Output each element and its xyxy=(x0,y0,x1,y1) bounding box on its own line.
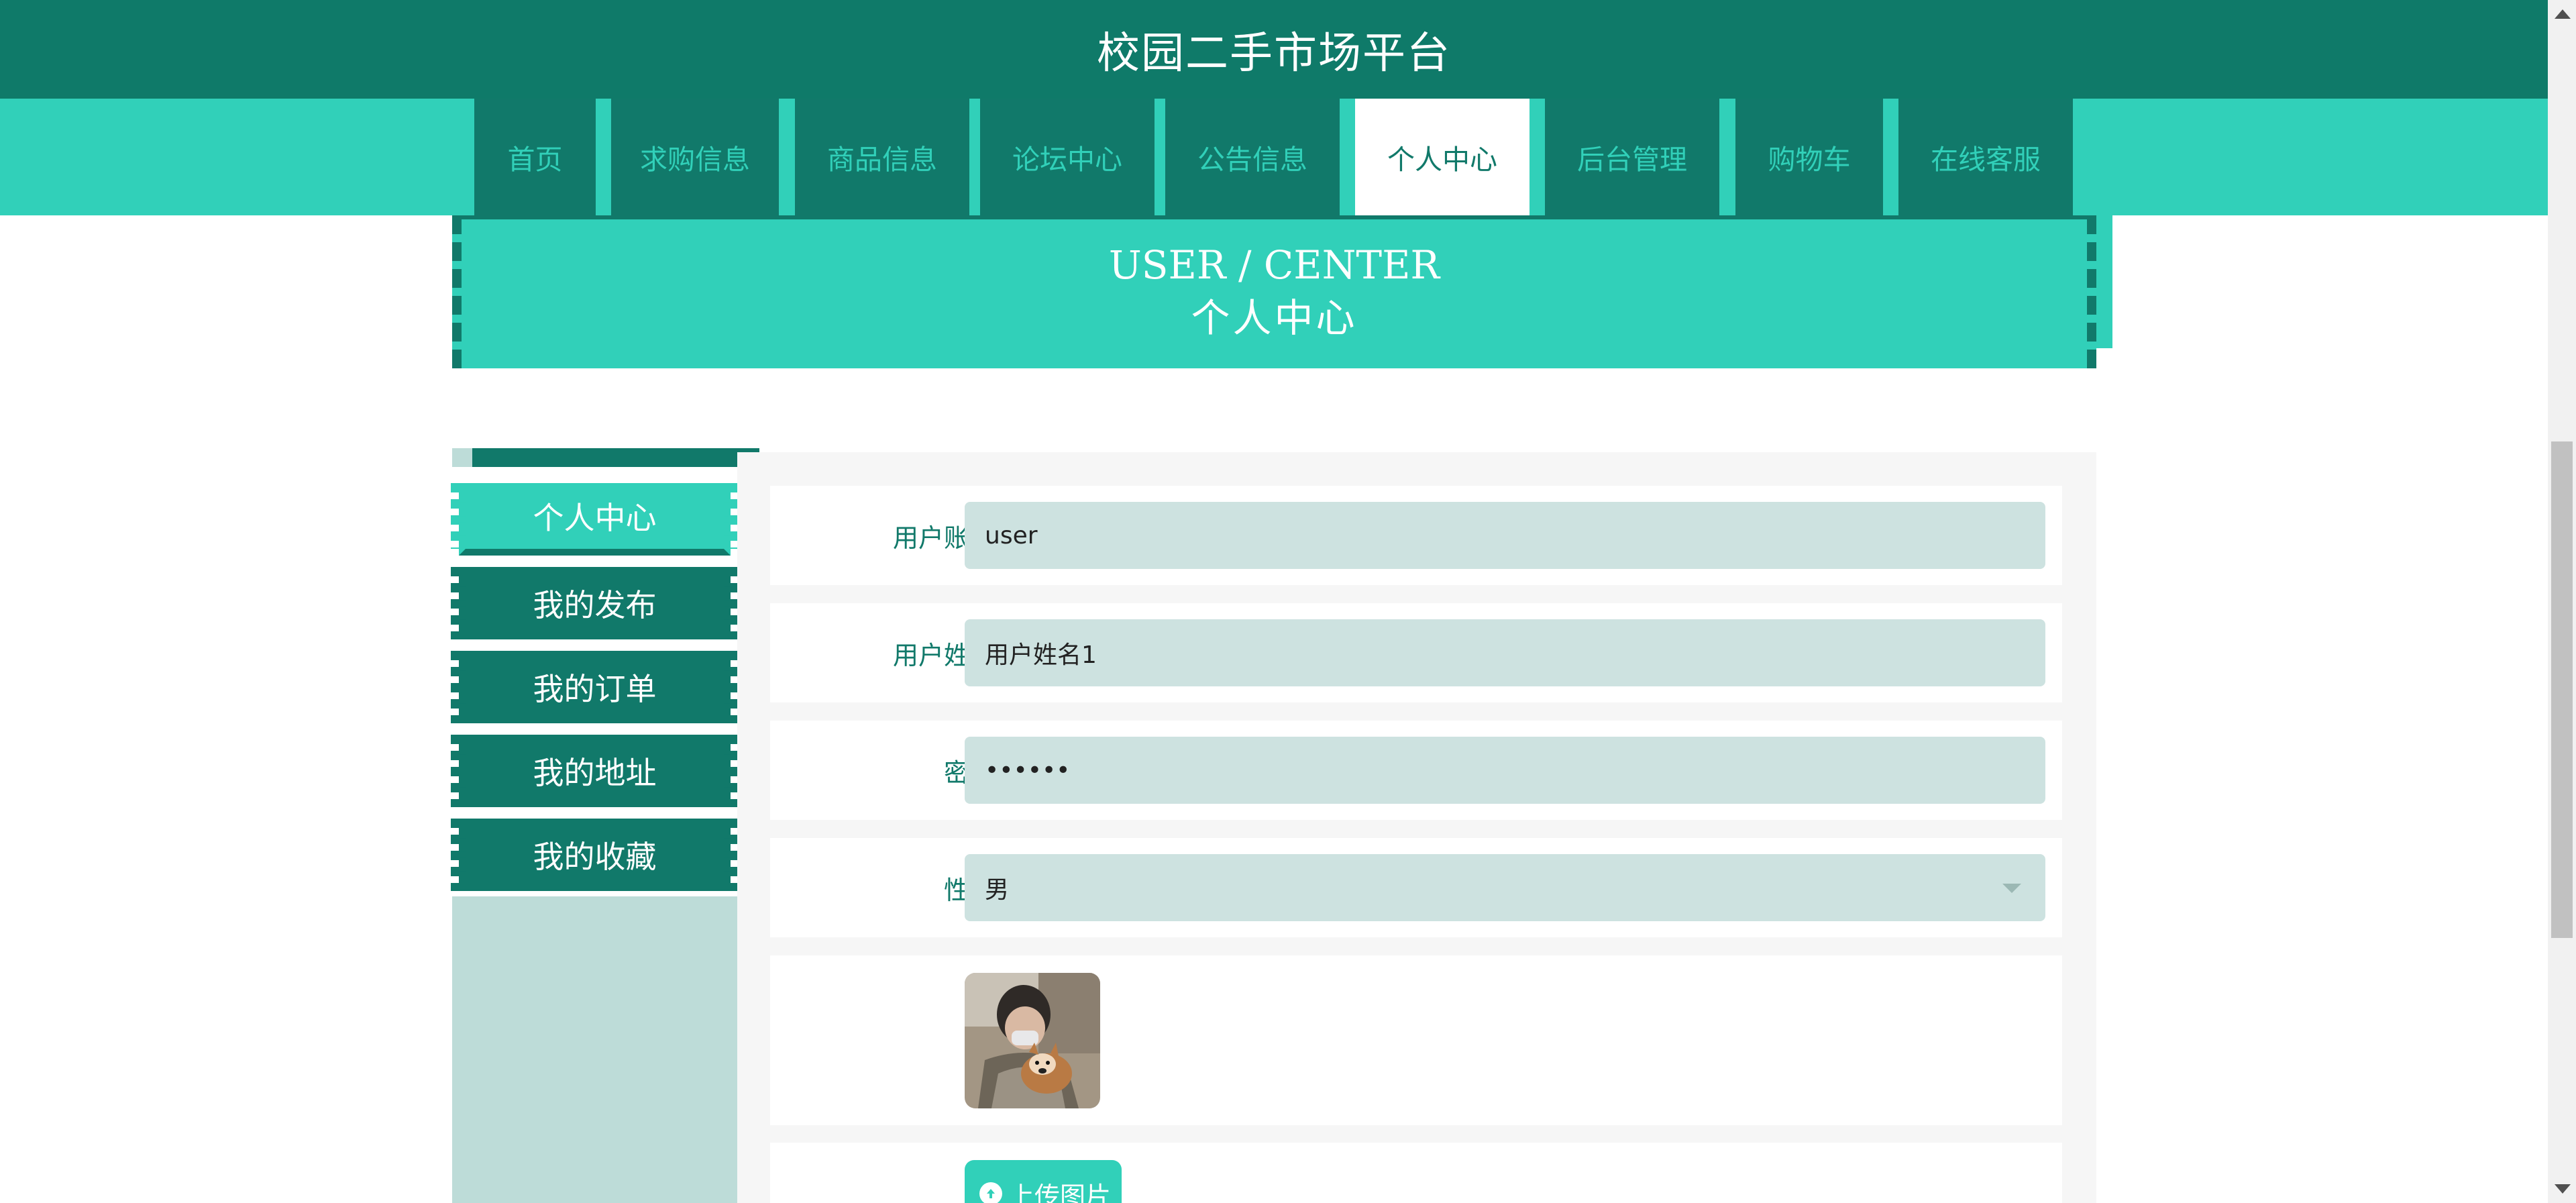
banner-stripe xyxy=(452,215,2096,219)
sidebar-item-my-address[interactable]: 我的地址 xyxy=(451,735,739,807)
sidebar-item-label: 个人中心 xyxy=(533,500,657,536)
site-header: 校园二手市场平台 xyxy=(0,0,2548,99)
banner-title-cn: 个人中心 xyxy=(1191,295,1358,341)
form-row-name: 用户姓名 用户姓名1 xyxy=(770,603,2062,702)
upload-image-button[interactable]: 上传图片 xyxy=(965,1160,1122,1203)
sidebar-item-label: 我的地址 xyxy=(533,755,657,791)
sidebar-item-my-favorites[interactable]: 我的收藏 xyxy=(451,819,739,891)
nav-item-announcements[interactable]: 公告信息 xyxy=(1165,99,1340,215)
nav-item-products[interactable]: 商品信息 xyxy=(795,99,969,215)
upload-button-label: 上传图片 xyxy=(1009,1181,1112,1203)
avatar xyxy=(965,973,1100,1108)
banner-decoration xyxy=(2096,215,2116,348)
form-row-account: 用户账号 user xyxy=(770,486,2062,585)
nav-item-customer-service[interactable]: 在线客服 xyxy=(1898,99,2073,215)
nav-item-admin[interactable]: 后台管理 xyxy=(1545,99,1719,215)
sidebar-top-accent xyxy=(452,448,472,467)
form-row-gender: 性别 男 xyxy=(770,838,2062,937)
sidebar-item-user-center[interactable]: 个人中心 xyxy=(451,483,739,556)
upload-icon xyxy=(979,1182,1002,1203)
scrollbar-thumb[interactable] xyxy=(2551,441,2573,938)
sidebar-item-label: 我的收藏 xyxy=(533,839,657,875)
name-input[interactable]: 用户姓名1 xyxy=(965,619,2045,686)
scroll-up-arrow-icon[interactable] xyxy=(2555,9,2571,19)
scroll-down-arrow-icon[interactable] xyxy=(2555,1184,2571,1194)
form-row-upload: 上传图片 xyxy=(770,1143,2062,1203)
sidebar-item-my-orders[interactable]: 我的订单 xyxy=(451,651,739,723)
nav-item-purchase-requests[interactable]: 求购信息 xyxy=(611,99,779,215)
chevron-down-icon xyxy=(2002,884,2021,893)
site-title: 校园二手市场平台 xyxy=(1097,28,1451,79)
sidebar-item-label: 我的发布 xyxy=(533,587,657,623)
nav-item-forum[interactable]: 论坛中心 xyxy=(980,99,1155,215)
sidebar-item-my-posts[interactable]: 我的发布 xyxy=(451,567,739,639)
password-input[interactable]: •••••• xyxy=(965,737,2045,804)
avatar-photo-image xyxy=(965,973,1100,1108)
banner-title-en: USER / CENTER xyxy=(1108,242,1440,288)
account-input[interactable]: user xyxy=(965,502,2045,569)
gender-select-value: 男 xyxy=(985,876,1010,904)
nav-item-user-center[interactable]: 个人中心 xyxy=(1355,99,1529,215)
sidebar-item-label: 我的订单 xyxy=(533,671,657,707)
nav-item-home[interactable]: 首页 xyxy=(474,99,596,215)
nav-item-cart[interactable]: 购物车 xyxy=(1735,99,1883,215)
form-row-avatar xyxy=(770,955,2062,1125)
gender-select[interactable]: 男 xyxy=(965,854,2045,921)
page-banner: USER / CENTER 个人中心 xyxy=(452,215,2096,368)
sidebar-top-bar xyxy=(472,448,759,467)
form-row-password: 密码 •••••• xyxy=(770,721,2062,820)
